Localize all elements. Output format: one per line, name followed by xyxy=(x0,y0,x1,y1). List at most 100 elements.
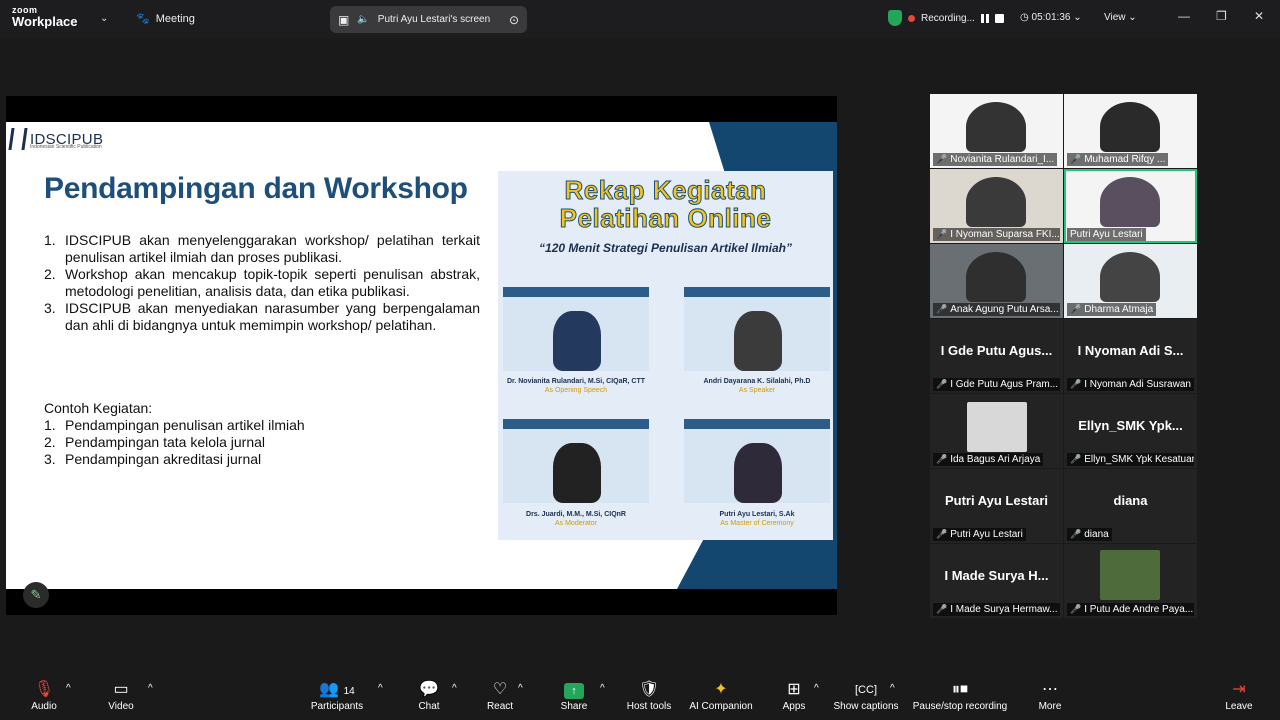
participant-tile[interactable]: diana 🎤 diana xyxy=(1064,469,1197,543)
more-button[interactable]: ⋯ More xyxy=(1036,679,1064,712)
video-options-icon[interactable]: ^ xyxy=(148,683,153,694)
speaker-photo xyxy=(684,287,830,371)
speaker-caption: Andri Dayarana K. Silalahi, Ph.D As Speak… xyxy=(703,378,811,394)
participant-tile[interactable]: 🎤 Novianita Rulandari_I... xyxy=(930,94,1063,168)
more-options-icon[interactable]: ⊙ xyxy=(509,13,519,27)
apps-button[interactable]: ⊞ Apps xyxy=(780,679,808,712)
list-item: 2. Workshop akan mencakup topik-topik sep… xyxy=(44,266,480,299)
poster-title-1: Rekap Kegiatan xyxy=(564,175,767,206)
restore-icon[interactable]: ❐ xyxy=(1216,9,1227,23)
video-button[interactable]: ▭ Video xyxy=(104,679,138,712)
participant-tile[interactable]: 🎤 I Putu Ade Andre Paya... xyxy=(1064,544,1197,618)
share-options-icon[interactable]: ^ xyxy=(600,683,605,694)
chevron-down-icon[interactable]: ⌄ xyxy=(1073,12,1081,23)
muted-mic-icon: 🎤 xyxy=(1070,529,1082,539)
react-options-icon[interactable]: ^ xyxy=(518,683,523,694)
participant-tile[interactable]: I Gde Putu Agus... 🎤 I Gde Putu Agus Pram.… xyxy=(930,319,1063,393)
participant-tile[interactable]: 🎤 Muhamad Rifqy ... xyxy=(1064,94,1197,168)
heart-icon: ♡ xyxy=(492,681,508,698)
sparkle-icon: ✦ xyxy=(714,681,728,698)
speaker-photo xyxy=(503,287,649,371)
muted-mic-icon: 🎙 xyxy=(33,681,55,698)
react-button[interactable]: ♡ React xyxy=(484,679,516,712)
minimize-icon[interactable]: — xyxy=(1178,9,1190,23)
speaker-icon: 🔈 xyxy=(357,14,370,25)
meeting-button[interactable]: 🐾 Meeting xyxy=(136,12,195,26)
list-item: 1. Pendampingan penulisan artikel ilmiah xyxy=(44,417,305,433)
shield-icon xyxy=(888,10,902,26)
slide-title: Pendampingan dan Workshop xyxy=(44,172,468,205)
shield-icon: 🛡 xyxy=(638,681,660,698)
pause-stop-icon: ⏸⏹ xyxy=(951,681,968,698)
stop-icon[interactable] xyxy=(994,13,1004,23)
clock-icon: ◷ xyxy=(1020,12,1029,23)
participants-options-icon[interactable]: ^ xyxy=(378,683,383,694)
share-button[interactable]: ↑ Share xyxy=(558,679,590,712)
participant-tile[interactable]: I Made Surya H... 🎤 I Made Surya Hermaw... xyxy=(930,544,1063,618)
muted-mic-icon: 🎤 xyxy=(936,604,948,614)
muted-mic-icon: 🎤 xyxy=(936,154,948,164)
chat-options-icon[interactable]: ^ xyxy=(452,683,457,694)
brand-logo-icon xyxy=(8,128,28,150)
title-bar: zoom Workplace ⌄ 🐾 Meeting ▣ 🔈 Putri Ayu… xyxy=(0,0,1280,38)
audio-button[interactable]: 🎙 Audio xyxy=(28,679,60,712)
muted-mic-icon: 🎤 xyxy=(936,304,948,314)
logo-line2: Workplace xyxy=(12,14,78,29)
chevron-down-icon: ⌄ xyxy=(1128,12,1137,23)
poster-title-2: Pelatihan Online xyxy=(559,203,772,234)
example-activities: Contoh Kegiatan: 1. Pendampingan penulisa… xyxy=(44,400,305,468)
speaker-photo xyxy=(503,419,649,503)
share-label: Putri Ayu Lestari's screen xyxy=(377,14,491,25)
poster-subtitle: “120 Menit Strategi Penulisan Artikel Il… xyxy=(539,241,792,255)
share-screen-icon: ↑ xyxy=(564,683,584,699)
recording-button[interactable]: ⏸⏹ Pause/stop recording xyxy=(910,679,1010,712)
participant-tile-active[interactable]: Putri Ayu Lestari xyxy=(1064,169,1197,243)
examples-title: Contoh Kegiatan: xyxy=(44,400,153,416)
speaker-photo xyxy=(684,419,830,503)
muted-mic-icon: 🎤 xyxy=(936,529,948,539)
participant-tile[interactable]: I Nyoman Adi S... 🎤 I Nyoman Adi Susrawan xyxy=(1064,319,1197,393)
record-dot-icon xyxy=(908,14,915,22)
participant-gallery: 🎤 Novianita Rulandari_I... 🎤 Muhamad Rifqy… xyxy=(930,94,1197,618)
video-camera-icon: ▭ xyxy=(113,681,129,698)
apps-options-icon[interactable]: ^ xyxy=(814,683,819,694)
speaker-caption: Putri Ayu Lestari, S.Ak As Master of Cere… xyxy=(719,511,795,527)
chat-button[interactable]: 💬 Chat xyxy=(414,679,444,712)
annotate-pencil-icon[interactable]: ✎ xyxy=(23,582,49,608)
participant-tile[interactable]: 🎤 Anak Agung Putu Arsa... xyxy=(930,244,1063,318)
muted-mic-icon: 🎤 xyxy=(1070,154,1082,164)
pause-icon[interactable] xyxy=(980,13,989,23)
list-item: 1. IDSCIPUB akan menyelenggarakan worksho… xyxy=(44,232,480,265)
list-item: 2. Pendampingan tata kelola jurnal xyxy=(44,434,266,450)
recording-indicator: Recording... xyxy=(888,10,1004,26)
more-icon: ⋯ xyxy=(1042,681,1058,698)
participant-tile[interactable]: 🎤 Ida Bagus Ari Arjaya xyxy=(930,394,1063,468)
timer: ◷ 05:01:36 ⌄ xyxy=(1020,12,1082,23)
ai-companion-button[interactable]: ✦ AI Companion xyxy=(688,679,754,712)
captions-options-icon[interactable]: ^ xyxy=(890,683,895,694)
list-item: 3. Pendampingan akreditasi jurnal xyxy=(44,451,262,467)
chat-icon: 💬 xyxy=(419,681,439,698)
participant-tile[interactable]: Putri Ayu Lestari 🎤 Putri Ayu Lestari xyxy=(930,469,1063,543)
participant-tile[interactable]: Ellyn_SMK Ypk... 🎤 Ellyn_SMK Ypk Kesatuan xyxy=(1064,394,1197,468)
meeting-toolbar: 🎙 Audio ^ ▭ Video ^ 👥 14 Participants ^ 💬 Ch… xyxy=(0,663,1280,720)
chevron-down-icon[interactable]: ⌄ xyxy=(100,13,108,24)
activity-poster: Rekap Kegiatan Pelatihan Online “120 Men… xyxy=(498,171,833,540)
host-tools-button[interactable]: 🛡 Host tools xyxy=(624,679,674,712)
zoom-logo: zoom Workplace xyxy=(12,6,78,29)
brand-subtitle: Indonesian Scientific Publication xyxy=(30,144,102,150)
speaker-caption: Drs. Juardi, M.M., M.Si, CIQnR As Moderat… xyxy=(526,511,626,527)
muted-mic-icon: 🎤 xyxy=(1070,604,1082,614)
view-button[interactable]: View ⌄ xyxy=(1104,12,1137,23)
leave-button[interactable]: ⇥ Leave xyxy=(1224,679,1254,712)
participant-tile[interactable]: 🎤 Dharma Atmaja xyxy=(1064,244,1197,318)
timer-value: 05:01:36 xyxy=(1031,12,1071,23)
participants-button[interactable]: 👥 14 Participants xyxy=(308,679,366,712)
recording-label: Recording... xyxy=(921,12,975,24)
participant-tile[interactable]: 🎤 I Nyoman Suparsa FKI... xyxy=(930,169,1063,243)
audio-options-icon[interactable]: ^ xyxy=(66,683,71,694)
screen-icon: ▣ xyxy=(338,12,350,27)
screen-share-indicator[interactable]: ▣ 🔈 Putri Ayu Lestari's screen ⊙ xyxy=(330,6,527,33)
muted-mic-icon: 🎤 xyxy=(936,454,948,464)
close-icon[interactable]: ✕ xyxy=(1254,9,1264,23)
